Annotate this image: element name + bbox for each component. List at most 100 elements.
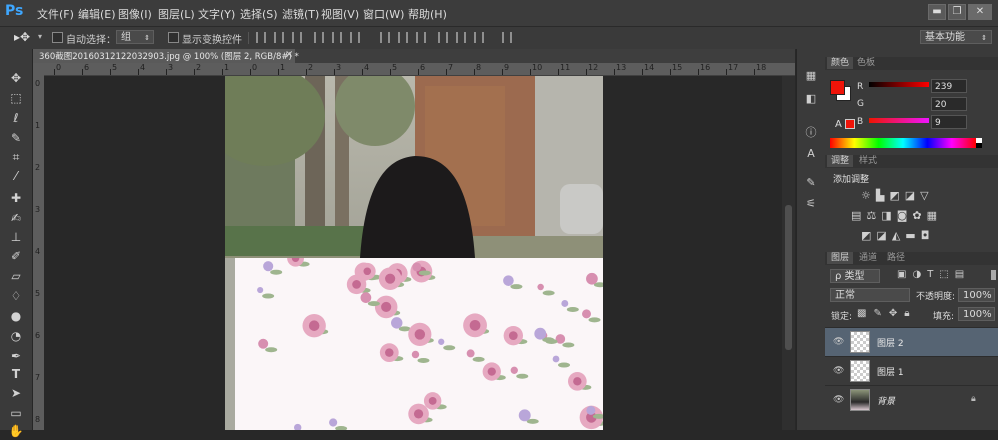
foreground-color-swatch[interactable]: [830, 80, 845, 95]
r-value-field[interactable]: 239: [931, 79, 967, 93]
hue-saturation-icon[interactable]: ▤: [851, 209, 866, 222]
workspace-dropdown[interactable]: 基本功能 ⇕: [920, 30, 992, 44]
gamut-color-chip[interactable]: [845, 119, 855, 129]
photo-filter-icon[interactable]: ◙: [897, 209, 913, 222]
menu-file[interactable]: 文件(F): [37, 6, 74, 22]
selective-color-icon[interactable]: ◘: [921, 229, 935, 242]
properties-icon[interactable]: ◧: [803, 92, 819, 106]
restore-button[interactable]: ❐: [948, 4, 966, 20]
visibility-eye-icon[interactable]: 👁︎: [833, 337, 844, 347]
character-icon[interactable]: A: [803, 147, 819, 161]
distribute-right-icon[interactable]: [474, 32, 484, 43]
path-select-tool-icon[interactable]: ➤: [4, 384, 28, 402]
lock-pixels-icon[interactable]: ✎: [873, 308, 888, 319]
distribute-hcenter-icon[interactable]: [456, 32, 466, 43]
lock-all-icon[interactable]: 🔒︎: [904, 308, 916, 319]
visibility-eye-icon[interactable]: 👁︎: [833, 366, 844, 376]
align-vcenter-icon[interactable]: [274, 32, 284, 43]
history-icon[interactable]: ▦: [803, 69, 819, 83]
info-icon[interactable]: ⓘ: [803, 126, 819, 140]
vibrance-icon[interactable]: ▽: [920, 189, 933, 202]
auto-select-dropdown[interactable]: 组 ⇕: [116, 30, 154, 44]
menu-select[interactable]: 选择(S): [240, 6, 278, 22]
type-filter-icon[interactable]: T: [927, 269, 939, 280]
chevron-down-icon[interactable]: ▾: [38, 32, 42, 41]
paint-bucket-tool-icon[interactable]: ♢: [4, 287, 28, 305]
blend-mode-dropdown[interactable]: 正常: [830, 288, 910, 302]
move-tool-icon[interactable]: ▸✥: [14, 30, 30, 44]
pixel-filter-icon[interactable]: ▣: [897, 269, 912, 280]
fill-field[interactable]: 100%: [958, 307, 995, 321]
channel-mixer-icon[interactable]: ✿: [912, 209, 926, 222]
hand-tool-icon[interactable]: ✋: [4, 422, 28, 440]
black-white-swatch[interactable]: [976, 138, 982, 148]
posterize-icon[interactable]: ◪: [876, 229, 891, 242]
vertical-ruler[interactable]: 0 1 2 3 4 5 6 7 8: [33, 75, 44, 430]
shape-filter-icon[interactable]: ⬚: [939, 269, 954, 280]
tab-swatches[interactable]: 色板: [853, 57, 879, 69]
layer-name[interactable]: 图层 1: [877, 365, 904, 378]
menu-type[interactable]: 文字(Y): [198, 6, 235, 22]
color-spectrum-bar[interactable]: [830, 138, 976, 148]
align-left-icon[interactable]: [314, 32, 324, 43]
smart-filter-icon[interactable]: ▤: [955, 269, 970, 280]
minimize-button[interactable]: ▬: [928, 4, 946, 20]
quick-select-tool-icon[interactable]: ✎: [4, 129, 28, 147]
distribute-vcenter-icon[interactable]: [398, 32, 408, 43]
brush-presets-icon[interactable]: ⚟: [803, 197, 819, 211]
close-button[interactable]: ✕: [968, 4, 992, 20]
tab-color[interactable]: 颜色: [827, 57, 854, 69]
distribute-left-icon[interactable]: [438, 32, 448, 43]
tab-channels[interactable]: 通道: [855, 252, 881, 264]
pen-tool-icon[interactable]: ✒: [4, 347, 28, 365]
curves-icon[interactable]: ◩: [889, 189, 904, 202]
clone-stamp-tool-icon[interactable]: ⊥: [4, 228, 28, 246]
layer-row-selected[interactable]: 👁︎ 图层 2: [825, 327, 998, 356]
visibility-eye-icon[interactable]: 👁︎: [833, 395, 844, 405]
tab-layers[interactable]: 图层: [827, 252, 854, 264]
menu-help[interactable]: 帮助(H): [408, 6, 447, 22]
brightness-icon[interactable]: ☼: [861, 189, 876, 202]
lock-transparent-icon[interactable]: ▩: [857, 308, 873, 319]
show-transform-checkbox[interactable]: [168, 32, 179, 43]
layer-kind-filter[interactable]: ρ 类型: [830, 269, 880, 283]
menu-layer[interactable]: 图层(L): [158, 6, 195, 22]
blur-tool-icon[interactable]: ●: [4, 307, 28, 325]
menu-window[interactable]: 窗口(W): [363, 6, 404, 22]
color-lookup-icon[interactable]: ▦: [927, 209, 942, 222]
close-tab-icon[interactable]: ×: [285, 49, 293, 60]
tab-styles[interactable]: 样式: [855, 155, 881, 167]
brush-tool-icon[interactable]: ✍: [4, 209, 28, 227]
b-slider[interactable]: [869, 118, 929, 123]
align-bottom-icon[interactable]: [292, 32, 302, 43]
distribute-top-icon[interactable]: [380, 32, 390, 43]
align-hcenter-icon[interactable]: [332, 32, 342, 43]
marquee-tool-icon[interactable]: ⬚: [4, 89, 28, 107]
document-tab[interactable]: 360截图20160312122032903.jpg @ 100% (图层 2,…: [33, 49, 299, 63]
lock-position-icon[interactable]: ✥: [889, 308, 904, 319]
eyedropper-tool-icon[interactable]: ⁄: [4, 167, 28, 185]
dodge-tool-icon[interactable]: ◔: [4, 327, 28, 345]
layer-row[interactable]: 👁︎ 图层 1: [825, 356, 998, 385]
exposure-icon[interactable]: ◪: [905, 189, 920, 202]
menu-edit[interactable]: 编辑(E): [78, 6, 116, 22]
horizontal-ruler[interactable]: 0 6 5 4 3 2 1 0 1 2 3 4 5 6 7 8 9 10 11 12 13 14 15 16 17 18: [44, 63, 795, 76]
menu-image[interactable]: 图像(I): [118, 6, 152, 22]
auto-align-icon[interactable]: [502, 32, 512, 43]
g-slider[interactable]: [869, 100, 929, 105]
tab-adjustments[interactable]: 调整: [827, 155, 854, 167]
gradient-map-icon[interactable]: ▬: [905, 229, 920, 242]
align-top-icon[interactable]: [256, 32, 266, 43]
type-tool-icon[interactable]: T: [4, 365, 28, 383]
menu-filter[interactable]: 滤镜(T): [282, 6, 319, 22]
black-white-icon[interactable]: ◨: [881, 209, 896, 222]
move-tool-icon[interactable]: ✥: [4, 69, 28, 87]
tab-paths[interactable]: 路径: [883, 252, 909, 264]
opacity-field[interactable]: 100%: [958, 288, 995, 302]
healing-brush-tool-icon[interactable]: ✚: [4, 189, 28, 207]
r-slider[interactable]: [869, 82, 929, 87]
color-balance-icon[interactable]: ⚖: [866, 209, 881, 222]
menu-view[interactable]: 视图(V): [321, 6, 359, 22]
scrollbar-thumb[interactable]: [785, 205, 792, 350]
rectangle-tool-icon[interactable]: ▭: [4, 404, 28, 422]
